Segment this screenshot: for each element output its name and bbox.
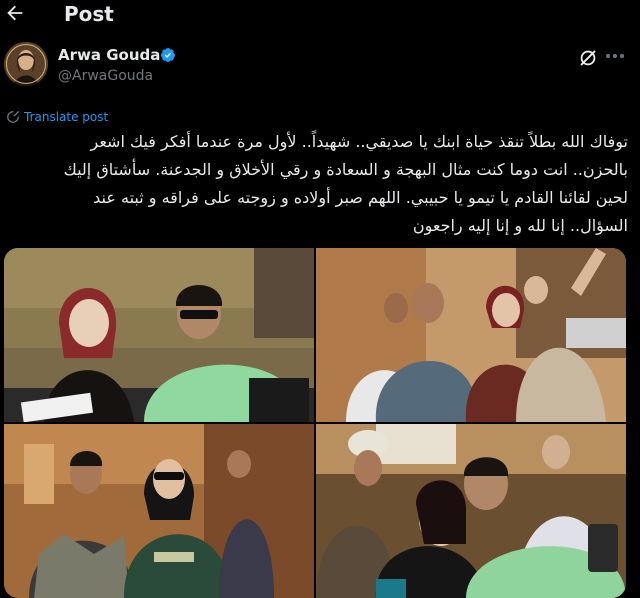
author-handle[interactable]: @ArwaGouda [58,67,153,85]
translate-label: Translate post [24,110,109,124]
translate-icon [6,110,20,124]
author-name[interactable]: Arwa Gouda [58,45,160,65]
media-grid [4,248,626,598]
photo-3[interactable] [4,424,314,598]
post-text: توفاك الله بطلاً تنقذ حياة ابنك يا صديقي… [8,128,628,240]
photo-1[interactable] [4,248,314,422]
post-line: بالحزن.. انت دوما كنت مثال البهجة و السع… [63,160,628,179]
more-options-icon[interactable] [603,44,627,68]
post-line: السؤال.. إنا لله و إنا إليه راجعون [412,216,628,235]
verified-badge-icon [160,47,176,63]
post-line: لحين لقائنا القادم يا تيمو يا حبيبي. الل… [93,188,628,207]
post-line: توفاك الله بطلاً تنقذ حياة ابنك يا صديقي… [90,132,629,151]
grok-icon[interactable] [577,47,599,69]
top-bar: Post [0,0,640,30]
photo-4[interactable] [316,424,626,598]
page-title: Post [64,2,114,26]
avatar[interactable] [4,42,48,86]
back-arrow-icon[interactable] [4,2,26,24]
translate-post-link[interactable]: Translate post [6,108,108,126]
photo-2[interactable] [316,248,626,422]
